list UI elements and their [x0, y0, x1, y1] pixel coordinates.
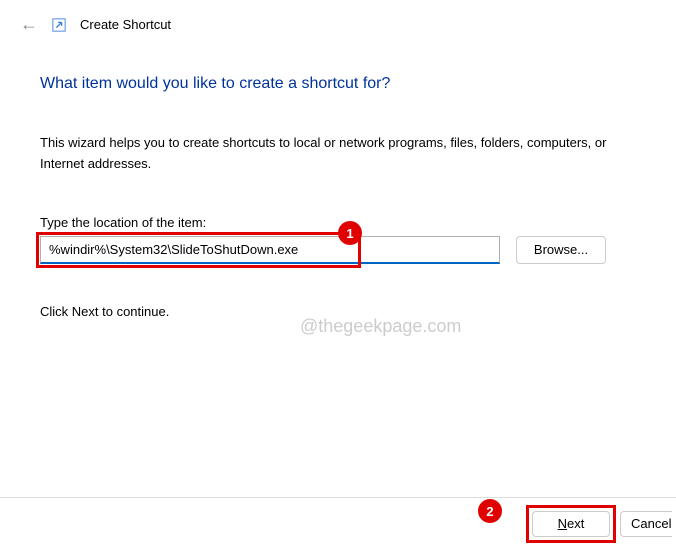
wizard-content: What item would you like to create a sho… — [0, 45, 676, 339]
next-button[interactable]: Next — [532, 511, 610, 537]
location-wrapper — [40, 236, 500, 264]
back-arrow-icon: ← — [20, 14, 38, 35]
cancel-button[interactable]: Cancel — [620, 511, 672, 537]
main-heading: What item would you like to create a sho… — [40, 75, 636, 93]
next-wrapper: Next — [532, 511, 610, 537]
callout-marker-2: 2 — [478, 499, 502, 523]
location-label: Type the location of the item: — [40, 215, 636, 230]
continue-text: Click Next to continue. — [40, 304, 636, 319]
wizard-header: ← Create Shortcut — [0, 0, 676, 45]
location-input[interactable] — [40, 236, 500, 264]
wizard-footer: 2 Next Cancel — [0, 497, 676, 549]
shortcut-icon — [52, 18, 66, 32]
wizard-title: Create Shortcut — [80, 17, 171, 32]
browse-button[interactable]: Browse... — [516, 236, 606, 264]
wizard-description: This wizard helps you to create shortcut… — [40, 133, 636, 175]
input-row: Browse... — [40, 236, 636, 264]
